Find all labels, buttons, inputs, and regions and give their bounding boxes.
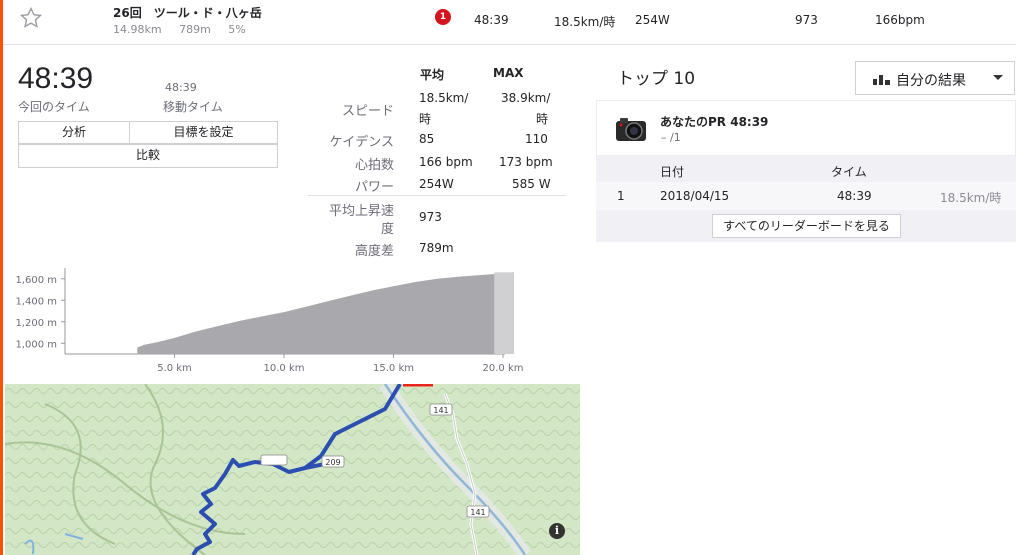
elevation-area xyxy=(137,272,514,354)
segment-time: 48:39 xyxy=(474,13,509,27)
vam-label-1: 平均上昇速 xyxy=(328,204,394,219)
rank-badge: 1 xyxy=(435,9,451,25)
row-time: 48:39 xyxy=(837,189,872,203)
elev-gain-value: 789m xyxy=(419,241,454,255)
camera-icon xyxy=(616,118,646,141)
cadence-avg: 85 xyxy=(419,132,435,146)
speed-max-1: 38.9km/ xyxy=(501,91,551,105)
col-date-header: 日付 xyxy=(660,165,685,179)
elapsed-time: 48:39 xyxy=(18,62,94,95)
stats-max-header: MAX xyxy=(493,66,524,80)
chevron-down-icon xyxy=(993,75,1003,80)
moving-time: 48:39 xyxy=(165,81,197,94)
road-label-209: 209 xyxy=(325,458,340,467)
x-tick-label: 20.0 km xyxy=(483,363,524,374)
compare-button[interactable]: 比較 xyxy=(18,144,278,168)
my-results-dropdown[interactable]: 自分の結果 xyxy=(855,61,1015,95)
analysis-button[interactable]: 分析 xyxy=(18,121,130,144)
moving-label: 移動タイム xyxy=(163,100,223,114)
pr-box xyxy=(596,100,1016,156)
set-goal-button[interactable]: 目標を設定 xyxy=(129,121,278,144)
segment-title[interactable]: 26回 ツール・ド・八ヶ岳 xyxy=(113,4,262,21)
row-rank: 1 xyxy=(617,189,625,203)
segment-power: 254W xyxy=(635,13,670,27)
bar-chart-icon xyxy=(873,75,890,85)
elevation-end-shade xyxy=(494,272,514,354)
x-tick-label: 5.0 km xyxy=(157,363,192,374)
road-shield-local xyxy=(260,454,288,466)
segment-meta: 14.98km 789m 5% xyxy=(113,23,260,36)
vam-label-2: 度 xyxy=(380,222,394,237)
pr-title: あなたのPR 48:39 xyxy=(660,115,769,129)
pr-subtitle: – /1 xyxy=(661,131,681,144)
power-avg: 254W xyxy=(419,177,454,191)
elapsed-label: 今回のタイム xyxy=(18,100,90,114)
heart-rate-max: 173 bpm xyxy=(499,155,553,169)
heart-rate-label: 心拍数 xyxy=(354,158,394,173)
x-tick-label: 15.0 km xyxy=(373,363,414,374)
map-canvas: 141 209 141 xyxy=(5,384,580,555)
power-label: パワー xyxy=(354,180,394,195)
route-map[interactable]: 141 209 141 xyxy=(5,384,580,555)
cadence-label: ケイデンス xyxy=(329,135,394,150)
segment-vam: 973 xyxy=(795,13,818,27)
stats-divider xyxy=(308,195,566,196)
segment-elevation: 789m xyxy=(179,23,211,36)
road-label-141-bottom: 141 xyxy=(470,508,485,517)
my-results-label: 自分の結果 xyxy=(896,73,966,89)
speed-avg-1: 18.5km/ xyxy=(419,91,469,105)
leaderboard-title: トップ 10 xyxy=(617,69,696,89)
segment-heart-rate: 166bpm xyxy=(875,13,925,27)
row-speed: 18.5km/時 xyxy=(940,191,1002,205)
elevation-chart[interactable]: 1,000 m 1,200 m 1,400 m 1,600 m 5.0 km 10.0 k… xyxy=(0,262,560,380)
road-label-141-top: 141 xyxy=(433,406,448,415)
view-all-leaderboards-button[interactable]: すべてのリーダーボードを見る xyxy=(712,214,901,238)
power-max: 585 W xyxy=(512,177,551,191)
y-tick-label: 1,600 m xyxy=(15,275,57,286)
segment-row[interactable]: 26回 ツール・ド・八ヶ岳 14.98km 789m 5% 1 48:39 18… xyxy=(3,0,1016,45)
segment-speed: 18.5km/時 xyxy=(554,15,616,29)
speed-label: スピード xyxy=(341,104,394,119)
speed-avg-2: 時 xyxy=(419,112,432,126)
segment-grade: 5% xyxy=(228,23,246,36)
x-tick-label: 10.0 km xyxy=(264,363,305,374)
col-time-header: タイム xyxy=(831,165,867,179)
segment-distance: 14.98km xyxy=(113,23,162,36)
y-tick-label: 1,200 m xyxy=(15,318,57,329)
heart-rate-avg: 166 bpm xyxy=(419,155,473,169)
y-tick-label: 1,400 m xyxy=(15,296,57,307)
elev-gain-label: 高度差 xyxy=(354,244,394,259)
vam-value: 973 xyxy=(419,210,442,224)
map-info-icon[interactable]: i xyxy=(549,523,565,539)
speed-max-2: 時 xyxy=(536,112,549,126)
row-date[interactable]: 2018/04/15 xyxy=(660,189,729,203)
y-tick-label: 1,000 m xyxy=(15,339,57,350)
star-icon[interactable] xyxy=(19,6,43,30)
cadence-max: 110 xyxy=(525,132,548,146)
stats-avg-header: 平均 xyxy=(420,68,445,82)
